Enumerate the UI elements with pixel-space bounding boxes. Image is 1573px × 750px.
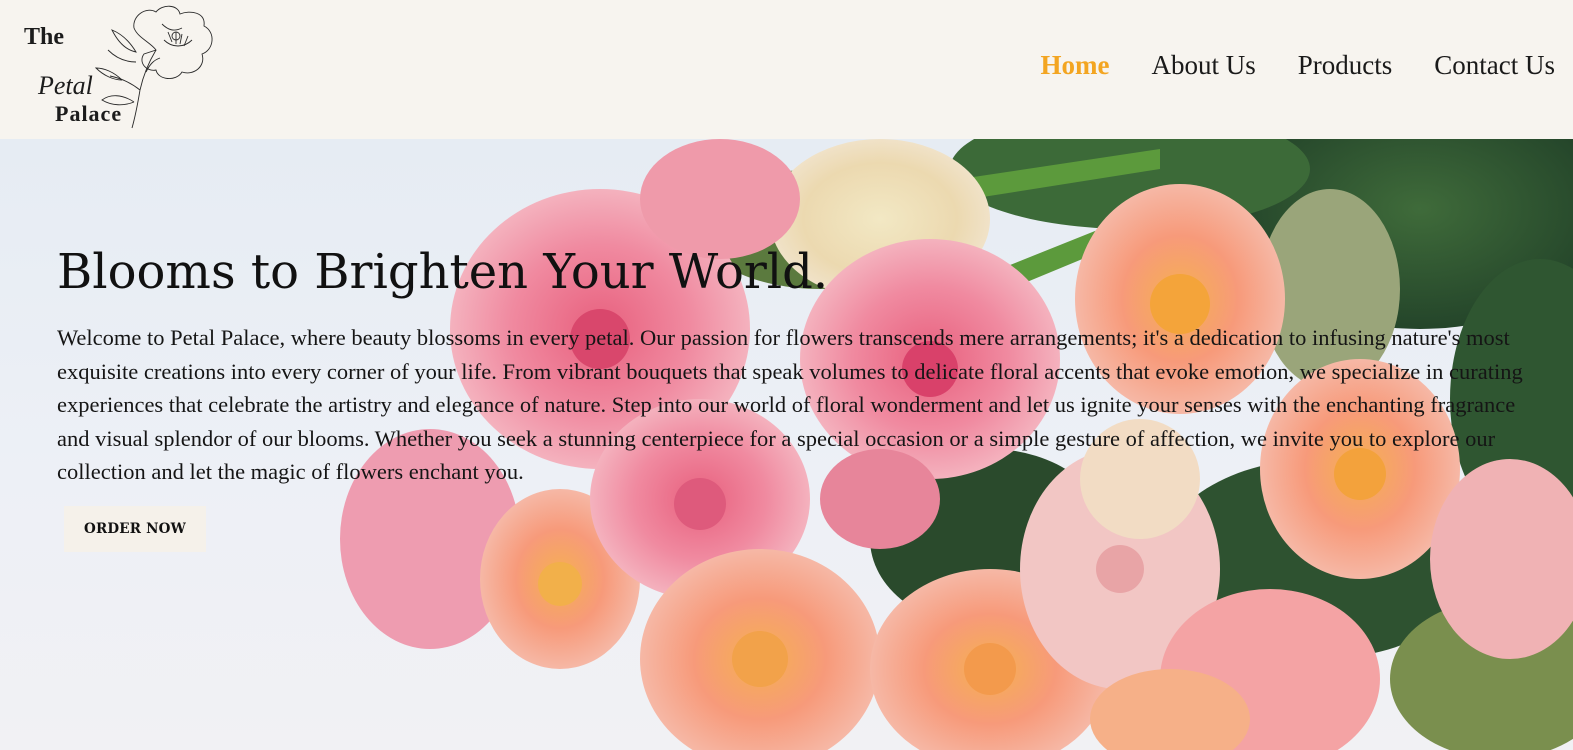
hero-content: Blooms to Brighten Your World. Welcome t… — [57, 243, 1527, 489]
site-header: The Petal Palace Home About Us Products … — [0, 0, 1573, 139]
hero-description: Welcome to Petal Palace, where beauty bl… — [57, 325, 1523, 485]
svg-text:Petal: Petal — [37, 71, 93, 100]
svg-text:The: The — [24, 24, 64, 50]
nav-contact-us[interactable]: Contact Us — [1434, 50, 1555, 81]
nav-home[interactable]: Home — [1041, 50, 1110, 81]
nav-about-us[interactable]: About Us — [1151, 50, 1255, 81]
hero-section: Blooms to Brighten Your World. Welcome t… — [0, 139, 1573, 750]
svg-text:Palace: Palace — [55, 101, 122, 126]
hero-title: Blooms to Brighten Your World. — [57, 244, 829, 300]
order-now-button[interactable]: ORDER NOW — [64, 506, 206, 552]
nav-products[interactable]: Products — [1298, 50, 1393, 81]
brand-logo[interactable]: The Petal Palace — [22, 2, 222, 136]
logo-flower-icon: The Petal Palace — [22, 2, 222, 136]
main-nav: Home About Us Products Contact Us — [1041, 50, 1556, 81]
